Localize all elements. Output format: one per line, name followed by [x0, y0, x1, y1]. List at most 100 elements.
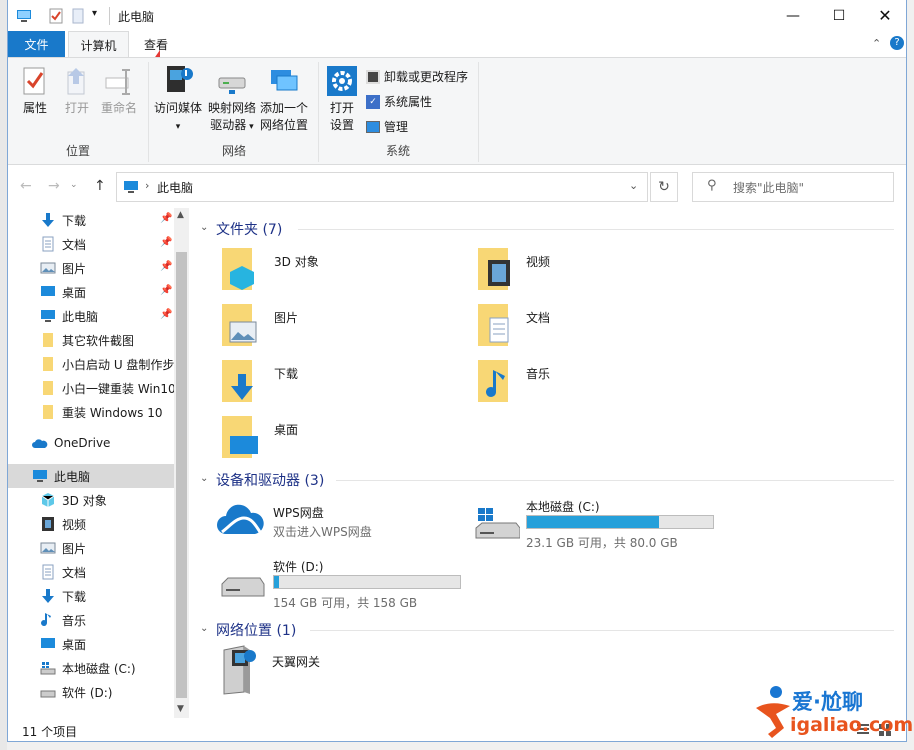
tab-file[interactable]: 文件 — [8, 31, 65, 57]
forward-arrow-icon[interactable]: → — [48, 178, 60, 194]
rename-label: 重命名 — [100, 101, 137, 115]
folder-pictures[interactable]: 图片 — [218, 302, 458, 354]
folders-section-header[interactable]: 文件夹 (7) — [216, 219, 282, 239]
up-arrow-icon[interactable]: ↑ — [94, 178, 106, 194]
network-drive-icon — [218, 77, 246, 94]
c-drive-usage-bar — [526, 515, 714, 529]
back-arrow-icon[interactable]: ← — [20, 178, 32, 194]
title-separator — [109, 7, 110, 25]
map-network-drive-button[interactable]: 映射网络 驱动器 ▾ — [206, 66, 258, 136]
folder-label: 音乐 — [526, 367, 551, 381]
scroll-down-icon[interactable]: ▼ — [177, 704, 184, 714]
nav-item-desktop-pinned[interactable]: 桌面 📌 — [8, 280, 174, 304]
navigation-pane: 下载 📌 文档 📌 图片 📌 桌面 📌 此电脑 📌 其它软件截图 小白启动 U 盘制作步 — [8, 208, 189, 718]
folder-label: 下载 — [274, 367, 299, 381]
network-device-gateway[interactable]: 天翼网关 — [218, 644, 458, 696]
quick-access-dropdown-icon[interactable]: ▾ — [92, 8, 97, 19]
nav-item-downloads[interactable]: 下载 — [8, 584, 174, 608]
section-collapse-icon[interactable]: ⌄ — [200, 623, 208, 634]
nav-item-this-pc-pinned[interactable]: 此电脑 📌 — [8, 304, 174, 328]
drive-icon — [40, 690, 56, 698]
folder-icon — [43, 381, 53, 395]
nav-item-drive-d[interactable]: 软件 (D:) — [8, 680, 174, 704]
properties-icon — [23, 67, 45, 95]
search-box[interactable]: ⚲ 搜索"此电脑" — [692, 172, 894, 202]
nav-item-folder[interactable]: 小白一键重装 Win10 — [8, 376, 176, 400]
nav-item-pictures[interactable]: 图片 — [8, 536, 174, 560]
nav-item-local-disk-c[interactable]: 本地磁盘 (C:) — [8, 656, 174, 680]
windows-drive-icon — [40, 662, 56, 675]
nav-item-folder[interactable]: 小白启动 U 盘制作步 — [8, 352, 174, 376]
open-settings-button[interactable]: 打开 设置 — [324, 66, 360, 134]
explorer-window: ▾ 此电脑 — ☐ ✕ 文件 计算机 查看 ⌃ ? 属性 打开 重命名 位置 访… — [7, 0, 907, 742]
nav-item-label: OneDrive — [54, 436, 111, 450]
map-drive-dropdown-icon: ▾ — [246, 122, 254, 132]
refresh-button[interactable]: ↻ — [650, 172, 678, 202]
close-button[interactable]: ✕ — [862, 0, 906, 31]
open-button[interactable]: 打开 — [60, 66, 94, 117]
recent-dropdown-icon[interactable]: ⌄ — [70, 180, 78, 190]
nav-item-label: 视频 — [62, 518, 87, 532]
wps-sub: 双击进入WPS网盘 — [273, 525, 372, 539]
section-divider — [336, 480, 894, 481]
help-icon[interactable]: ? — [890, 36, 904, 50]
maximize-button[interactable]: ☐ — [816, 0, 862, 31]
scroll-up-icon[interactable]: ▲ — [177, 210, 184, 220]
nav-item-label: 下载 — [62, 214, 87, 228]
add-network-location-button[interactable]: 添加一个 网络位置 — [258, 66, 310, 134]
drive-d[interactable]: 软件 (D:) 154 GB 可用，共 158 GB — [216, 556, 476, 610]
access-media-button[interactable]: 访问媒体 ▾ — [152, 62, 204, 136]
nav-item-documents-pinned[interactable]: 文档 📌 — [8, 232, 174, 256]
new-folder-quick-icon[interactable] — [70, 8, 86, 24]
section-collapse-icon[interactable]: ⌄ — [200, 473, 208, 484]
nav-item-label: 桌面 — [62, 638, 87, 652]
add-loc-label-1: 添加一个 — [259, 101, 308, 115]
d-drive-usage-fill — [274, 576, 279, 588]
address-bar[interactable]: › 此电脑 ⌄ — [116, 172, 648, 202]
nav-item-music[interactable]: 音乐 — [8, 608, 174, 632]
downloads-folder-icon — [222, 360, 253, 402]
scroll-thumb[interactable] — [176, 252, 187, 698]
system-properties-button[interactable]: ✓ 系统属性 — [366, 93, 432, 110]
nav-item-pictures-pinned[interactable]: 图片 📌 — [8, 256, 174, 280]
address-dropdown-icon[interactable]: ⌄ — [629, 179, 638, 192]
nav-item-documents[interactable]: 文档 — [8, 560, 174, 584]
rename-button[interactable]: 重命名 — [98, 66, 140, 117]
watermark-url: igaliao.com — [790, 714, 914, 736]
nav-item-3d-objects[interactable]: 3D 对象 — [8, 488, 174, 512]
collapse-ribbon-icon[interactable]: ⌃ — [872, 37, 881, 50]
folder-3d-objects[interactable]: 3D 对象 — [218, 246, 458, 298]
properties-quick-icon[interactable] — [48, 8, 64, 24]
nav-item-downloads-pinned[interactable]: 下载 📌 — [8, 208, 174, 232]
nav-item-desktop[interactable]: 桌面 — [8, 632, 174, 656]
manage-label: 管理 — [384, 120, 409, 134]
nav-item-folder[interactable]: 其它软件截图 — [8, 328, 174, 352]
group-network-label: 网络 — [221, 144, 246, 158]
manage-button[interactable]: 管理 — [366, 118, 408, 135]
folder-desktop[interactable]: 桌面 — [218, 414, 458, 466]
network-section-header[interactable]: 网络位置 (1) — [216, 620, 296, 640]
local-disk-c[interactable]: 本地磁盘 (C:) 23.1 GB 可用，共 80.0 GB — [474, 496, 734, 550]
nav-scrollbar[interactable]: ▲ ▼ — [174, 208, 189, 718]
background-window-edge — [0, 0, 7, 750]
wps-cloud-drive[interactable]: WPS网盘 双击进入WPS网盘 — [216, 500, 456, 552]
pin-icon: 📌 — [160, 309, 173, 320]
properties-button[interactable]: 属性 — [18, 66, 52, 117]
folder-label: 图片 — [274, 311, 299, 325]
nav-item-folder[interactable]: 重装 Windows 10 — [8, 400, 174, 424]
minimize-button[interactable]: — — [770, 0, 816, 31]
section-collapse-icon[interactable]: ⌄ — [200, 222, 208, 233]
folder-documents[interactable]: 文档 — [474, 302, 714, 354]
folder-music[interactable]: 音乐 — [474, 358, 714, 410]
nav-item-onedrive[interactable]: OneDrive — [8, 432, 174, 456]
gateway-label: 天翼网关 — [272, 655, 321, 669]
devices-section-header[interactable]: 设备和驱动器 (3) — [216, 470, 324, 490]
desktop-folder-icon — [222, 416, 258, 458]
nav-item-label: 此电脑 — [54, 470, 91, 484]
uninstall-button[interactable]: 卸载或更改程序 — [366, 68, 468, 85]
folder-videos[interactable]: 视频 — [474, 246, 714, 298]
nav-item-this-pc[interactable]: 此电脑 — [8, 464, 174, 488]
folder-downloads[interactable]: 下载 — [218, 358, 458, 410]
group-system-label: 系统 — [385, 144, 410, 158]
nav-item-videos[interactable]: 视频 — [8, 512, 174, 536]
